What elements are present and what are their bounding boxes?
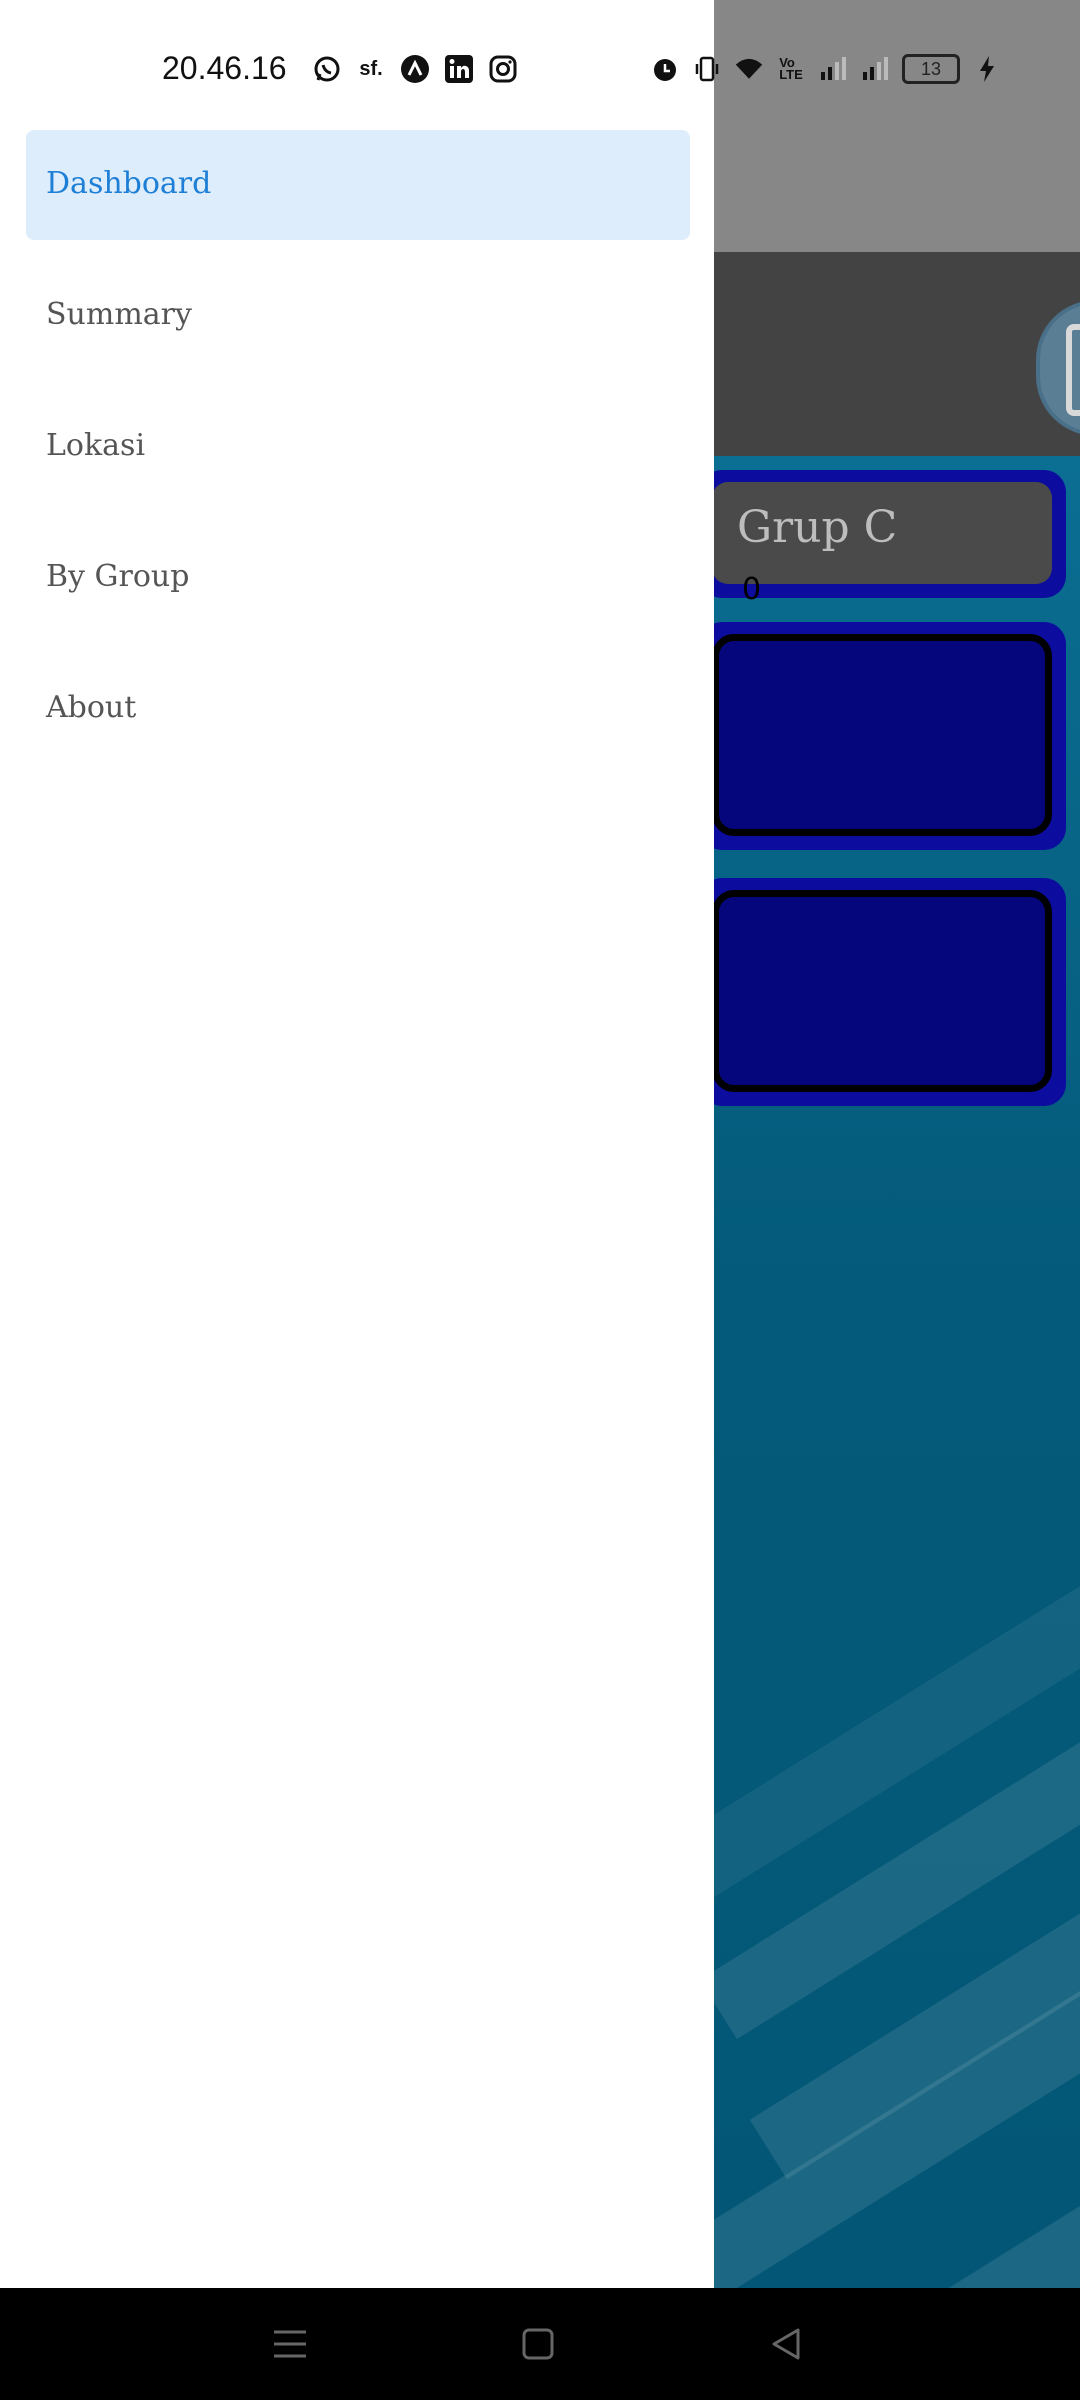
arc-app-icon: [400, 54, 430, 84]
battery-indicator: 13: [902, 54, 960, 84]
charging-icon: [972, 54, 1002, 84]
instagram-icon: [488, 54, 518, 84]
notification-icons: sf.: [312, 54, 518, 84]
wifi-icon: [734, 54, 764, 84]
drawer-item-label: About: [46, 690, 137, 725]
signal-icon: [818, 54, 848, 84]
system-icons: Vo LTE 13: [650, 54, 1002, 84]
sf-app-icon: sf.: [359, 57, 383, 80]
drawer-item-label: By Group: [46, 559, 190, 594]
volte-icon: Vo LTE: [779, 55, 803, 82]
alarm-icon: [650, 54, 680, 84]
home-icon[interactable]: [508, 2318, 568, 2370]
drawer-item-about[interactable]: About: [26, 654, 690, 764]
status-bar: 20.46.16 sf. Vo LTE 13: [0, 0, 1080, 140]
whatsapp-icon: [312, 54, 342, 84]
system-nav-bar: [0, 2288, 1080, 2400]
drawer-menu: Dashboard Summary Lokasi By Group About: [26, 130, 690, 785]
vibrate-icon: [692, 54, 722, 84]
drawer-item-lokasi[interactable]: Lokasi: [26, 392, 690, 502]
linkedin-icon: [444, 54, 474, 84]
signal-icon: [860, 54, 890, 84]
drawer-item-label: Summary: [46, 297, 192, 332]
drawer-item-label: Dashboard: [46, 166, 212, 201]
back-icon[interactable]: [756, 2318, 816, 2370]
drawer-item-by-group[interactable]: By Group: [26, 523, 690, 633]
menu-icon[interactable]: [260, 2318, 320, 2370]
drawer-item-dashboard[interactable]: Dashboard: [26, 130, 690, 240]
drawer-item-summary[interactable]: Summary: [26, 261, 690, 371]
navigation-drawer: Dashboard Summary Lokasi By Group About: [0, 0, 714, 2288]
drawer-item-label: Lokasi: [46, 428, 146, 463]
status-time: 20.46.16: [162, 50, 287, 86]
